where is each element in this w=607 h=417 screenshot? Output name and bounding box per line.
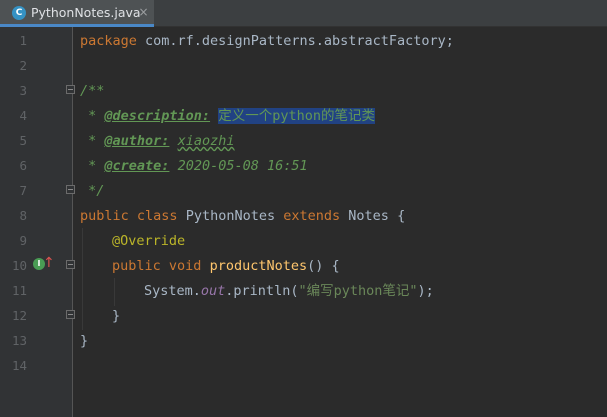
doc-star: * (80, 158, 105, 174)
call-end: ); (417, 283, 434, 299)
package-name: com.rf.designPatterns.abstractFactory; (136, 33, 454, 49)
open-brace: { (397, 208, 406, 224)
line-number: 13 (11, 333, 27, 348)
line-number: 1 (19, 33, 27, 48)
code-line-author[interactable]: * @author: xiaozhi (80, 131, 234, 151)
doc-space (169, 158, 177, 174)
indent-guide (114, 278, 115, 306)
doc-comment-close: */ (80, 183, 105, 199)
keyword-package: package (80, 33, 137, 49)
line-number: 5 (19, 133, 27, 148)
keyword-public: public (112, 258, 161, 274)
code-line-doc-close[interactable]: */ (80, 181, 104, 201)
line-number: 6 (19, 158, 27, 173)
line-number: 8 (19, 208, 27, 223)
doc-tag-author: @author: (104, 133, 170, 149)
code-line-class-decl[interactable]: public class PythonNotes extends Notes { (80, 206, 405, 226)
method-name: productNotes (209, 258, 308, 274)
method-params: () { (307, 258, 340, 274)
java-class-icon: C (12, 6, 26, 20)
class-name: PythonNotes (185, 208, 276, 224)
doc-description-value: 定义一个python的笔记类 (218, 108, 375, 124)
system-class: System. (144, 283, 201, 299)
close-brace: } (112, 308, 121, 324)
keyword-extends: extends (283, 208, 341, 224)
code-line-class-close[interactable]: } (80, 331, 88, 351)
fold-collapse-icon[interactable] (66, 185, 75, 194)
tab-label: PythonNotes.java (31, 5, 141, 20)
println-call: .println( (225, 283, 299, 299)
keyword-void: void (168, 258, 202, 274)
parent-class-name: Notes (348, 208, 389, 224)
override-up-arrow-icon[interactable]: ↑ (43, 254, 55, 272)
doc-tag-description: @description: (104, 108, 211, 124)
string-literal: "编写python笔记" (298, 283, 418, 299)
doc-space (210, 108, 218, 124)
code-line-description[interactable]: * @description: 定义一个python的笔记类 (80, 106, 375, 126)
line-number: 9 (19, 233, 27, 248)
fold-collapse-icon[interactable] (66, 260, 75, 269)
doc-star: * (80, 108, 105, 124)
fold-collapse-icon[interactable] (66, 310, 75, 319)
fold-collapse-icon[interactable] (66, 85, 75, 94)
doc-star: * (80, 133, 105, 149)
code-line-doc-open[interactable]: /** (80, 81, 104, 101)
code-line-println[interactable]: System.out.println("编写python笔记"); (144, 281, 434, 301)
line-number: 10 (11, 258, 27, 273)
doc-space (169, 133, 177, 149)
doc-author-value: xiaozhi (177, 133, 235, 149)
keyword-public: public (80, 208, 129, 224)
code-editor-window: C PythonNotes.java × 1 2 3 4 5 6 7 8 9 1… (0, 0, 607, 417)
tab-pythonnotes-java[interactable]: C PythonNotes.java × (0, 0, 154, 27)
line-number: 12 (11, 308, 27, 323)
line-number: 7 (19, 183, 27, 198)
code-line-package[interactable]: package com.rf.designPatterns.abstractFa… (80, 31, 454, 51)
doc-tag-create: @create: (104, 158, 170, 174)
code-line-create[interactable]: * @create: 2020-05-08 16:51 (80, 156, 308, 176)
editor-tab-bar: C PythonNotes.java × (0, 0, 607, 27)
code-line-method-decl[interactable]: public void productNotes() { (112, 256, 340, 276)
code-line-method-close[interactable]: } (112, 306, 120, 326)
out-field: out (200, 283, 226, 299)
code-line-override[interactable]: @Override (112, 231, 185, 251)
line-number: 3 (19, 83, 27, 98)
line-number: 14 (11, 358, 27, 373)
keyword-class: class (136, 208, 178, 224)
close-brace: } (80, 333, 89, 349)
doc-comment-open: /** (80, 83, 105, 99)
indent-guide (82, 228, 83, 330)
line-number: 4 (19, 108, 27, 123)
override-annotation: @Override (112, 233, 186, 249)
close-tab-icon[interactable]: × (137, 4, 150, 20)
line-number: 11 (11, 283, 27, 298)
doc-create-value: 2020-05-08 16:51 (177, 158, 308, 174)
line-number: 2 (19, 58, 27, 73)
